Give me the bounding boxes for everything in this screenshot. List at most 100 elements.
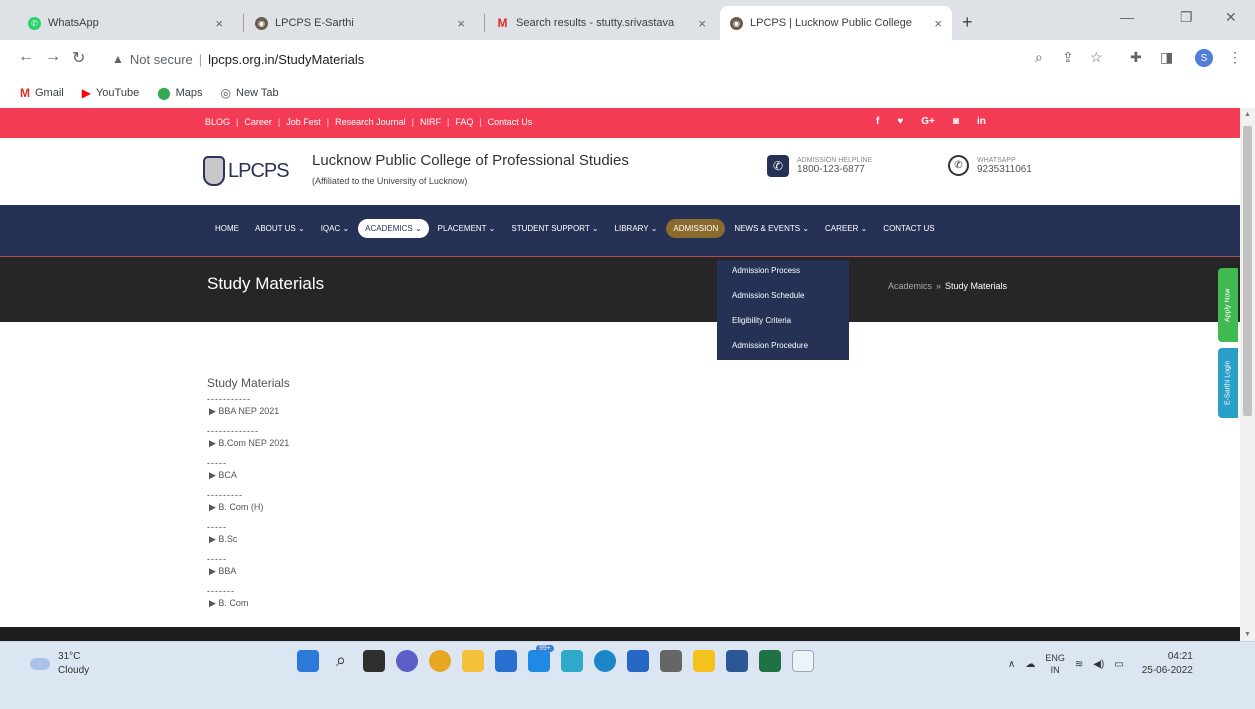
start-icon[interactable] <box>297 650 319 672</box>
facebook-icon[interactable]: f <box>876 116 879 127</box>
task-view-icon[interactable] <box>363 650 385 672</box>
cloud-tray-icon[interactable]: ☁ <box>1025 659 1035 670</box>
google-plus-icon[interactable]: G+ <box>921 116 935 127</box>
toplink-contact[interactable]: Contact Us <box>488 117 533 127</box>
snipping-icon[interactable] <box>792 650 814 672</box>
file-explorer-icon[interactable] <box>462 650 484 672</box>
menu-admission-procedure[interactable]: Admission Procedure <box>717 339 849 364</box>
breadcrumb-current: Study Materials <box>945 281 1008 291</box>
chevron-up-icon[interactable]: ∧ <box>1008 659 1015 670</box>
toplink-research[interactable]: Research Journal <box>335 117 406 127</box>
nav-about[interactable]: ABOUT US ⌄ <box>248 219 312 238</box>
minimize-icon[interactable]: — <box>1120 9 1134 25</box>
close-icon[interactable]: × <box>934 16 942 31</box>
chat-icon[interactable] <box>396 650 418 672</box>
volume-icon[interactable]: ◀) <box>1093 659 1104 670</box>
toplink-faq[interactable]: FAQ <box>455 117 473 127</box>
toplink-blog[interactable]: BLOG <box>205 117 230 127</box>
app-ink-icon[interactable] <box>660 650 682 672</box>
share-icon[interactable]: ⇪ <box>1062 49 1074 66</box>
apply-now-button[interactable]: Apply Now <box>1218 268 1238 342</box>
search-icon[interactable]: ⌕ <box>330 650 352 672</box>
clock[interactable]: 04:21 25-06-2022 <box>1142 650 1193 678</box>
material-bca[interactable]: ▶ BCA <box>207 468 290 490</box>
bookmark-gmail[interactable]: M Gmail <box>20 86 64 100</box>
esarthi-login-button[interactable]: E-Sarthi Login <box>1218 348 1238 418</box>
nav-student-support[interactable]: STUDENT SUPPORT ⌄ <box>504 219 605 238</box>
edge-icon[interactable] <box>594 650 616 672</box>
material-bsc[interactable]: ▶ B.Sc <box>207 532 290 554</box>
language-indicator[interactable]: ENG IN <box>1045 652 1065 676</box>
menu-admission-process[interactable]: Admission Process <box>717 264 849 289</box>
bookmark-maps[interactable]: ⬤ Maps <box>157 86 202 100</box>
new-tab-icon[interactable]: + <box>962 12 973 33</box>
twitter-icon[interactable]: ♥ <box>897 116 903 127</box>
page-scrollbar[interactable]: ▲ ▼ <box>1240 108 1255 641</box>
security-label: Not secure <box>129 51 193 67</box>
bookmarks-bar: M Gmail ▶ YouTube ⬤ Maps ◎ New Tab <box>0 78 1255 108</box>
nav-placement[interactable]: PLACEMENT ⌄ <box>431 219 503 238</box>
tab-esarthi[interactable]: ◉ LPCPS E-Sarthi × <box>245 6 475 40</box>
profile-avatar[interactable]: S <box>1195 49 1213 67</box>
restore-icon[interactable]: ❐ <box>1180 9 1193 26</box>
side-panel-icon[interactable]: ◨ <box>1160 49 1173 66</box>
reload-icon[interactable]: ↻ <box>72 48 85 68</box>
nav-contact[interactable]: CONTACT US <box>876 219 941 238</box>
system-tray: ∧ ☁ ENG IN ≋ ◀) ▭ 04:21 25-06-2022 <box>1008 650 1193 678</box>
nav-admission[interactable]: ADMISSION <box>666 219 726 238</box>
tab-gmail[interactable]: M Search results - stutty.srivastava × <box>486 6 716 40</box>
college-title: Lucknow Public College of Professional S… <box>312 152 629 169</box>
chrome-icon: ◎ <box>220 86 232 100</box>
weather-widget[interactable]: 31°C Cloudy <box>30 650 89 678</box>
wifi-icon[interactable]: ≋ <box>1075 659 1083 670</box>
whatsapp-icon: ✆ <box>948 155 969 176</box>
material-bba[interactable]: ▶ BBA <box>207 564 290 586</box>
chrome-icon[interactable] <box>429 650 451 672</box>
zoom-icon[interactable]: ⌕ <box>1035 49 1043 66</box>
word-icon[interactable] <box>726 650 748 672</box>
toplink-jobfest[interactable]: Job Fest <box>286 117 321 127</box>
material-bcom-nep[interactable]: ▶ B.Com NEP 2021 <box>207 436 290 458</box>
back-icon[interactable]: ← <box>18 48 34 66</box>
extensions-icon[interactable]: ✚ <box>1130 49 1142 66</box>
bookmark-new-tab[interactable]: ◎ New Tab <box>221 86 279 100</box>
menu-admission-schedule[interactable]: Admission Schedule <box>717 289 849 314</box>
scrollbar-thumb[interactable] <box>1243 126 1252 416</box>
bookmark-youtube[interactable]: ▶ YouTube <box>82 86 139 100</box>
toplink-nirf[interactable]: NIRF <box>420 117 441 127</box>
close-icon[interactable]: × <box>215 16 223 31</box>
forward-icon[interactable]: → <box>45 48 61 66</box>
instagram-icon[interactable]: ◙ <box>953 116 959 127</box>
app-l-icon[interactable] <box>561 650 583 672</box>
nav-news-events[interactable]: NEWS & EVENTS ⌄ <box>727 219 816 238</box>
close-icon[interactable]: × <box>698 16 706 31</box>
tab-whatsapp[interactable]: ✆ WhatsApp × <box>18 6 233 40</box>
menu-eligibility-criteria[interactable]: Eligibility Criteria <box>717 314 849 339</box>
top-link-bar: BLOG | Career | Job Fest | Research Journal… <box>0 108 1240 138</box>
linkedin-icon[interactable]: in <box>977 116 986 127</box>
menu-icon[interactable]: ⋮ <box>1228 49 1242 66</box>
nav-library[interactable]: LIBRARY ⌄ <box>608 219 665 238</box>
store-icon[interactable] <box>495 650 517 672</box>
nav-academics[interactable]: ACADEMICS ⌄ <box>358 219 429 238</box>
mail-icon[interactable]: 99+ <box>528 645 554 672</box>
address-bar[interactable]: ▲ Not secure | lpcps.org.in/StudyMateria… <box>112 46 1027 72</box>
close-icon[interactable]: × <box>457 16 465 31</box>
bookmark-star-icon[interactable]: ☆ <box>1090 49 1103 66</box>
college-logo[interactable]: LPCPS <box>203 151 303 191</box>
nav-iqac[interactable]: IQAC ⌄ <box>314 219 356 238</box>
material-bba-nep[interactable]: ▶ BBA NEP 2021 <box>207 404 290 426</box>
excel-icon[interactable] <box>759 650 781 672</box>
nav-career[interactable]: CAREER ⌄ <box>818 219 874 238</box>
close-window-icon[interactable]: ✕ <box>1225 9 1237 26</box>
material-bcom-h[interactable]: ▶ B. Com (H) <box>207 500 290 522</box>
tab-lpcps-active[interactable]: ◉ LPCPS | Lucknow Public College × <box>720 6 952 40</box>
monitor-icon[interactable] <box>627 650 649 672</box>
material-bcom[interactable]: ▶ B. Com <box>207 596 290 618</box>
sticky-icon[interactable] <box>693 650 715 672</box>
battery-icon[interactable]: ▭ <box>1114 659 1123 670</box>
breadcrumb-parent[interactable]: Academics <box>888 281 932 291</box>
page-banner: Study Materials Academics » Study Materi… <box>0 256 1240 322</box>
toplink-career[interactable]: Career <box>244 117 272 127</box>
nav-home[interactable]: HOME <box>208 219 246 238</box>
